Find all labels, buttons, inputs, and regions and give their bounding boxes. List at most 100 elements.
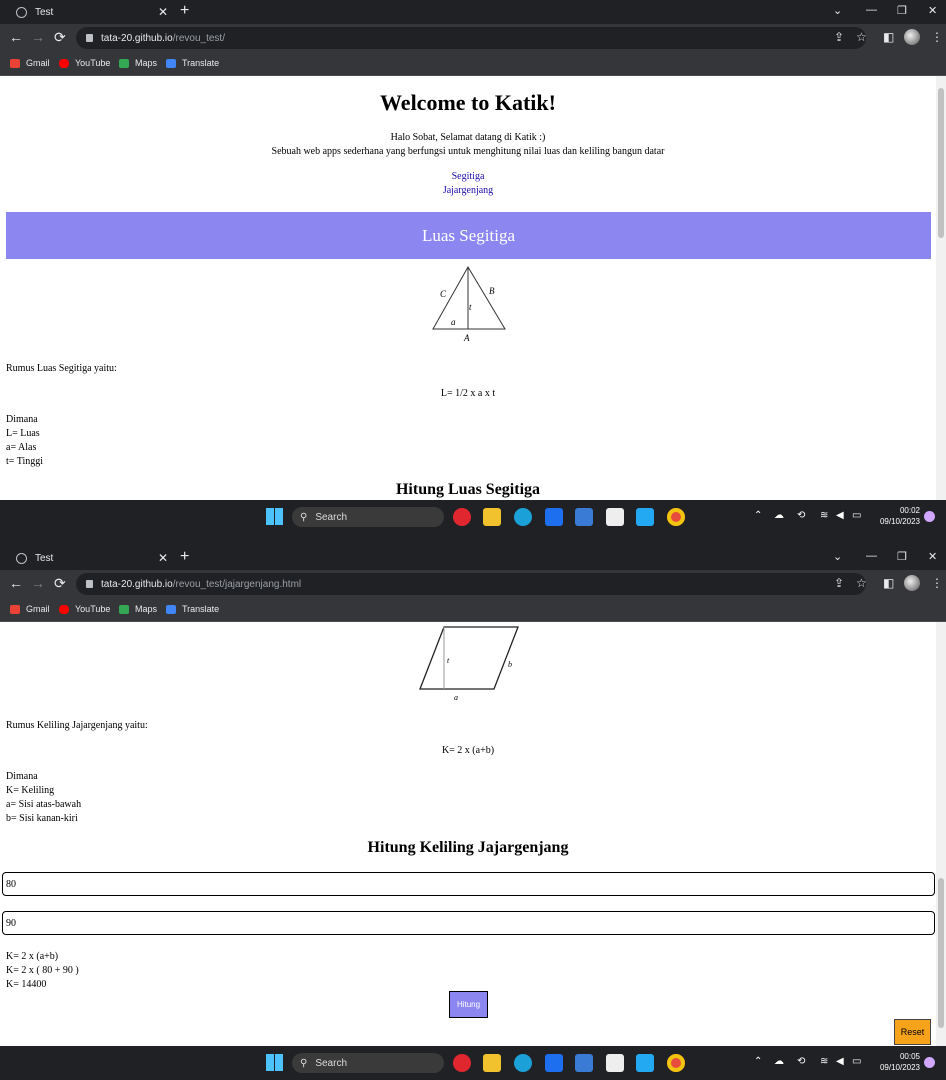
wifi-icon[interactable]: ≋	[820, 1056, 828, 1067]
back-icon[interactable]: ←	[9, 575, 23, 591]
wifi-icon[interactable]: ≋	[820, 510, 828, 521]
opera-icon[interactable]	[453, 508, 471, 526]
bookmark-maps[interactable]: Maps	[119, 604, 157, 614]
sync-icon[interactable]: ⟲	[797, 510, 805, 521]
battery-icon[interactable]: ▭	[852, 1056, 861, 1067]
edge-icon[interactable]	[514, 508, 532, 526]
input-sisi-b[interactable]	[2, 911, 935, 935]
browser-tab[interactable]: Test ✕	[6, 0, 176, 24]
input-sisi-a[interactable]	[2, 872, 935, 896]
section-heading: Hitung Luas Segitiga	[395, 481, 541, 498]
gmail-icon	[10, 604, 20, 614]
restore-icon[interactable]: ❐	[897, 4, 907, 17]
bookmark-star-icon[interactable]: ☆	[856, 576, 867, 590]
notification-icon[interactable]	[924, 1057, 935, 1068]
taskbar-search[interactable]: ⚲ Search	[292, 1053, 444, 1073]
chrome-icon[interactable]	[667, 508, 685, 526]
new-tab-icon[interactable]: +	[180, 548, 189, 566]
bookmark-star-icon[interactable]: ☆	[856, 30, 867, 44]
address-bar[interactable]: tata-20.github.io/revou_test/jajargenjan…	[76, 573, 866, 595]
profile-avatar[interactable]	[904, 575, 920, 591]
new-tab-icon[interactable]: +	[180, 2, 189, 20]
page-title: Welcome to Katik!	[380, 90, 556, 115]
dimana-item: a= Alas	[6, 442, 37, 453]
store-icon[interactable]	[575, 1054, 593, 1072]
bookmark-gmail[interactable]: Gmail	[10, 58, 50, 68]
restore-icon[interactable]: ❐	[897, 550, 907, 563]
chevron-up-icon[interactable]: ⌃	[754, 510, 762, 521]
bookmark-gmail[interactable]: Gmail	[10, 604, 50, 614]
reload-icon[interactable]: ⟳	[54, 29, 66, 46]
scrollbar-thumb[interactable]	[938, 88, 944, 238]
close-window-icon[interactable]: ✕	[928, 4, 937, 17]
back-icon[interactable]: ←	[9, 29, 23, 45]
dimana-list: Dimana K= Keliling a= Sisi atas-bawah b=…	[6, 770, 81, 826]
store-icon[interactable]	[575, 508, 593, 526]
edge-icon[interactable]	[514, 1054, 532, 1072]
volume-icon[interactable]: ◀	[836, 1056, 844, 1067]
file-explorer-icon[interactable]	[483, 508, 501, 526]
reset-button[interactable]: Reset	[894, 1019, 931, 1045]
amazon-icon[interactable]	[606, 508, 624, 526]
bookmark-translate[interactable]: Translate	[166, 604, 219, 614]
onedrive-icon[interactable]: ☁	[774, 510, 784, 521]
chevron-up-icon[interactable]: ⌃	[754, 1056, 762, 1067]
chrome-icon[interactable]	[667, 1054, 685, 1072]
close-tab-icon[interactable]: ✕	[158, 551, 168, 565]
windows-start-icon[interactable]	[266, 1054, 283, 1071]
file-explorer-icon[interactable]	[483, 1054, 501, 1072]
scrollbar-thumb[interactable]	[938, 878, 944, 1028]
hitung-button[interactable]: Hitung	[449, 991, 488, 1018]
close-window-icon[interactable]: ✕	[928, 550, 937, 563]
clock[interactable]: 00:05 09/10/2023	[872, 1051, 920, 1073]
nav-link-segitiga-row: Segitiga	[0, 171, 936, 182]
bookmark-youtube[interactable]: YouTube	[59, 58, 110, 68]
bookmark-translate[interactable]: Translate	[166, 58, 219, 68]
reload-icon[interactable]: ⟳	[54, 575, 66, 592]
minimize-icon[interactable]: —	[866, 550, 877, 562]
dropbox-icon[interactable]	[545, 508, 563, 526]
forward-icon[interactable]: →	[31, 29, 45, 45]
clock[interactable]: 00:02 09/10/2023	[872, 505, 920, 527]
web-page: t b a Rumus Keliling Jajargenjang yaitu:…	[0, 622, 946, 1046]
close-tab-icon[interactable]: ✕	[158, 5, 168, 19]
onedrive-icon[interactable]: ☁	[774, 1056, 784, 1067]
minimize-icon[interactable]: —	[866, 4, 877, 16]
result-line: K= 2 x (a+b)	[6, 951, 59, 962]
label-a: a	[454, 693, 458, 702]
address-bar[interactable]: tata-20.github.io/revou_test/	[76, 27, 866, 49]
share-icon[interactable]: ⇪	[834, 576, 844, 590]
battery-icon[interactable]: ▭	[852, 510, 861, 521]
vscode-icon[interactable]	[636, 508, 654, 526]
bookmark-maps[interactable]: Maps	[119, 58, 157, 68]
scrollbar[interactable]	[936, 622, 946, 1046]
scrollbar[interactable]	[936, 76, 946, 500]
share-icon[interactable]: ⇪	[834, 30, 844, 44]
vscode-icon[interactable]	[636, 1054, 654, 1072]
volume-icon[interactable]: ◀	[836, 510, 844, 521]
amazon-icon[interactable]	[606, 1054, 624, 1072]
dropbox-icon[interactable]	[545, 1054, 563, 1072]
windows-start-icon[interactable]	[266, 508, 283, 525]
side-panel-icon[interactable]: ◧	[883, 30, 894, 44]
profile-avatar[interactable]	[904, 29, 920, 45]
nav-link-segitiga[interactable]: Segitiga	[452, 171, 485, 182]
browser-tab[interactable]: Test ✕	[6, 546, 176, 570]
tab-search-icon[interactable]: ⌄	[833, 550, 842, 563]
url-host: tata-20.github.io	[101, 32, 173, 44]
nav-link-jajargenjang[interactable]: Jajargenjang	[443, 185, 493, 196]
menu-kebab-icon[interactable]: ⋮	[931, 30, 943, 44]
side-panel-icon[interactable]: ◧	[883, 576, 894, 590]
notification-icon[interactable]	[924, 511, 935, 522]
globe-icon	[16, 552, 27, 564]
menu-kebab-icon[interactable]: ⋮	[931, 576, 943, 590]
translate-icon	[166, 58, 176, 68]
taskbar-search[interactable]: ⚲ Search	[292, 507, 444, 527]
bookmark-youtube[interactable]: YouTube	[59, 604, 110, 614]
sync-icon[interactable]: ⟲	[797, 1056, 805, 1067]
lock-icon	[86, 34, 93, 42]
tab-search-icon[interactable]: ⌄	[833, 4, 842, 17]
opera-icon[interactable]	[453, 1054, 471, 1072]
forward-icon[interactable]: →	[31, 575, 45, 591]
globe-icon	[16, 6, 27, 18]
